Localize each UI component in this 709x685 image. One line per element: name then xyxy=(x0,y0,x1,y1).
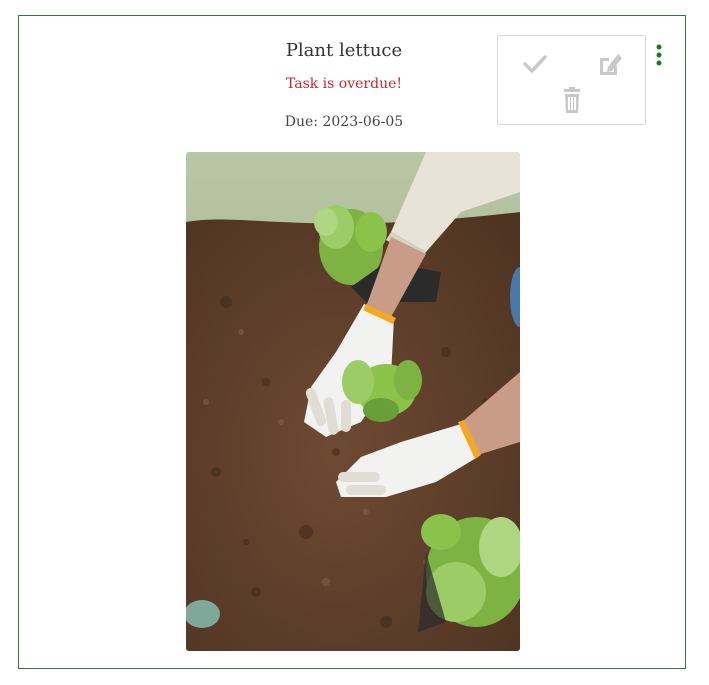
task-actions-menu xyxy=(497,35,646,125)
complete-button[interactable] xyxy=(520,49,550,79)
task-photo xyxy=(186,152,520,651)
delete-button[interactable] xyxy=(557,85,587,115)
checkmark-icon xyxy=(523,55,547,73)
vertical-ellipsis-icon xyxy=(656,44,662,66)
task-card: Plant lettuce Task is overdue! Due: 2023… xyxy=(18,15,686,669)
edit-icon xyxy=(600,54,622,75)
more-options-button[interactable] xyxy=(652,43,666,69)
trash-icon xyxy=(564,87,580,113)
edit-button[interactable] xyxy=(594,49,624,79)
